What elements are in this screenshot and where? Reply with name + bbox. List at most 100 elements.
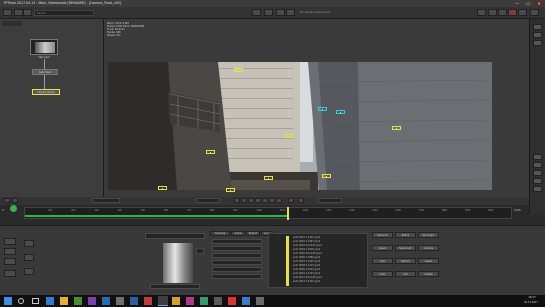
action-button[interactable]: Select	[418, 258, 439, 264]
lens-tool-icon[interactable]	[4, 270, 16, 277]
tree-button[interactable]	[23, 9, 32, 16]
zoom-icon[interactable]	[533, 24, 542, 30]
node-graph-panel[interactable]: Clip Input Auto Track Camera Solver	[0, 19, 104, 197]
pan-icon[interactable]	[533, 32, 542, 38]
windows-start-icon[interactable]	[4, 297, 12, 305]
track-list[interactable]: Auto 0001 1-2145 good Auto 0002 1-1987 go…	[268, 233, 368, 288]
app-icon[interactable]	[228, 297, 236, 305]
premiere-icon[interactable]	[88, 297, 96, 305]
stop-button[interactable]	[255, 198, 261, 203]
track-point[interactable]	[284, 134, 293, 138]
track-point-selected[interactable]	[336, 110, 345, 114]
param-field[interactable]	[212, 253, 262, 258]
action-button[interactable]: Delete	[418, 271, 439, 277]
play-reverse-button[interactable]	[248, 198, 254, 203]
project-button[interactable]	[3, 9, 12, 16]
step-forward-button[interactable]	[269, 198, 275, 203]
grid-icon[interactable]	[533, 170, 542, 176]
mask-tool-icon[interactable]	[4, 258, 16, 265]
explorer-icon[interactable]	[60, 297, 68, 305]
view-options-button[interactable]	[286, 9, 295, 16]
remove-button[interactable]	[24, 254, 34, 261]
app-icon[interactable]	[172, 297, 180, 305]
fit-icon[interactable]	[533, 40, 542, 46]
search-input[interactable]: Search	[34, 10, 94, 16]
view-quad-button[interactable]	[276, 9, 285, 16]
track-list-row[interactable]: Auto 0012 1-2145 good	[293, 280, 322, 284]
param-field[interactable]	[212, 267, 262, 272]
current-frame-field[interactable]	[196, 198, 220, 203]
end-frame-field[interactable]	[318, 198, 342, 203]
clip-selector[interactable]	[145, 233, 205, 239]
channel-icon[interactable]	[533, 154, 542, 160]
clip-input-node[interactable]	[30, 39, 58, 55]
layout-icon[interactable]	[530, 9, 539, 16]
track-point[interactable]	[392, 126, 401, 130]
auto-track-node[interactable]: Auto Track	[32, 69, 58, 75]
task-view-icon[interactable]	[32, 298, 39, 304]
action-button[interactable]: Solve Cam	[395, 245, 416, 251]
go-to-end-button[interactable]	[276, 198, 282, 203]
tab-solve[interactable]: Solve	[231, 231, 245, 236]
param-field[interactable]	[212, 239, 262, 244]
action-button[interactable]: Clear	[372, 271, 393, 277]
close-button[interactable]: ✕	[534, 1, 544, 6]
marker-icon[interactable]	[4, 198, 10, 203]
options-button[interactable]	[24, 268, 34, 275]
add-button[interactable]	[24, 240, 34, 247]
start-frame-field[interactable]	[92, 198, 120, 203]
overlay-icon[interactable]	[533, 162, 542, 168]
view-split-button[interactable]	[264, 9, 273, 16]
search-icon[interactable]	[18, 298, 24, 304]
action-button[interactable]: Auto	[372, 258, 393, 264]
help-icon[interactable]	[477, 9, 486, 16]
zoom-field[interactable]	[196, 248, 204, 254]
chrome-icon[interactable]	[74, 297, 82, 305]
in-point-marker[interactable]	[10, 205, 17, 212]
go-to-start-button[interactable]	[234, 198, 240, 203]
loop-button[interactable]	[288, 198, 294, 203]
save-icon[interactable]	[498, 9, 507, 16]
action-button[interactable]: Reset	[372, 245, 393, 251]
app-icon[interactable]	[256, 297, 264, 305]
settings-icon[interactable]	[518, 9, 527, 16]
playhead[interactable]	[287, 207, 290, 220]
app-icon[interactable]	[242, 297, 250, 305]
camera-solver-node[interactable]: Camera Solver	[32, 89, 60, 95]
timeline-ruler[interactable]: 100 200 300 400 500 600 700 800 900 1000 1100 1200 1…	[24, 207, 512, 220]
play-button[interactable]	[262, 198, 268, 203]
track-point[interactable]	[322, 174, 331, 178]
camera-icon[interactable]	[488, 9, 497, 16]
lock-icon[interactable]	[533, 178, 542, 184]
edge-icon[interactable]	[46, 297, 54, 305]
track-point[interactable]	[234, 68, 243, 72]
move-tool-icon[interactable]	[4, 248, 16, 255]
keyframe-icon[interactable]	[12, 198, 18, 203]
nodes-button[interactable]	[14, 9, 23, 16]
param-field[interactable]	[212, 260, 262, 265]
app-icon[interactable]	[214, 297, 222, 305]
param-field[interactable]	[212, 274, 262, 279]
maximize-button[interactable]: ☐	[523, 1, 533, 6]
track-point[interactable]	[226, 188, 235, 192]
app-icon[interactable]	[144, 297, 152, 305]
action-button[interactable]: Add	[395, 271, 416, 277]
action-button[interactable]: Set Origin	[418, 232, 439, 238]
track-point[interactable]	[264, 176, 273, 180]
app-icon[interactable]	[116, 297, 124, 305]
tab-tracking[interactable]: Tracking	[210, 231, 230, 236]
minimize-button[interactable]: —	[512, 1, 522, 6]
track-point-selected[interactable]	[318, 107, 327, 111]
step-back-button[interactable]	[241, 198, 247, 203]
app-icon[interactable]	[200, 297, 208, 305]
clock-date[interactable]: 02.11.2017	[518, 301, 544, 306]
track-point[interactable]	[158, 186, 167, 190]
record-icon[interactable]	[508, 9, 517, 16]
photoshop-icon[interactable]	[102, 297, 110, 305]
action-button[interactable]: Refine	[395, 232, 416, 238]
param-field[interactable]	[212, 246, 262, 251]
word-icon[interactable]	[130, 297, 138, 305]
action-button[interactable]: Solve All	[372, 232, 393, 238]
action-button[interactable]: Options	[395, 258, 416, 264]
action-button[interactable]: Unsolve	[418, 245, 439, 251]
